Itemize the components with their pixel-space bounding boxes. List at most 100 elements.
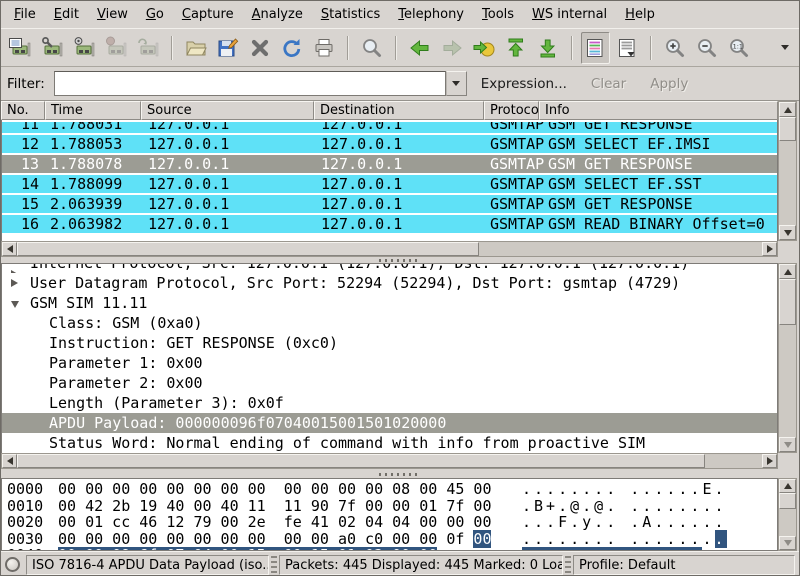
network-card-list-icon (8, 36, 32, 60)
packet-row-13-selected[interactable]: 131.788078127.0.0.1127.0.0.1GSMTAPGSM GE… (2, 155, 777, 175)
apply-button[interactable]: Apply (650, 76, 688, 92)
details-vertical-scrollbar[interactable] (778, 263, 797, 453)
network-card-gear-icon (72, 36, 96, 60)
scroll-up-button[interactable] (779, 264, 796, 279)
clear-button[interactable]: Clear (591, 76, 626, 92)
scroll-right-button[interactable] (762, 242, 777, 256)
packet-row-16[interactable]: 162.063982127.0.0.1127.0.0.1GSMTAPGSM RE… (2, 215, 777, 235)
scrollbar-thumb[interactable] (779, 117, 796, 141)
scroll-right-button[interactable] (762, 454, 777, 468)
detail-line-class[interactable]: Class: GSM (0xa0) (2, 313, 777, 333)
packet-row-14[interactable]: 141.788099127.0.0.1127.0.0.1GSMTAPGSM SE… (2, 175, 777, 195)
go-to-packet-button[interactable] (469, 32, 499, 64)
hex-row-0000[interactable]: 000000 00 00 00 00 00 00 00 00 00 00 00 … (2, 481, 777, 498)
detail-line-apdu-payload-selected[interactable]: APDU Payload: 000000096f0704001500150102… (2, 413, 777, 433)
scroll-down-button[interactable] (779, 225, 796, 240)
column-header-time[interactable]: Time (45, 101, 141, 120)
hex-row-0020[interactable]: 002000 01 cc 46 12 79 00 2e fe 41 02 04 … (2, 514, 777, 531)
go-forward-button[interactable] (437, 32, 467, 64)
menu-view[interactable]: View (88, 3, 137, 26)
hex-row-0010[interactable]: 001000 42 2b 19 40 00 40 11 11 90 7f 00 … (2, 498, 777, 515)
detail-line-parameter1[interactable]: Parameter 1: 0x00 (2, 353, 777, 373)
scroll-left-button[interactable] (2, 242, 17, 256)
details-horizontal-scrollbar[interactable] (1, 453, 778, 469)
statusbar-grip-icon[interactable] (565, 556, 571, 574)
auto-scroll-button[interactable] (612, 32, 642, 64)
packet-details-pane: Internet Protocol, Src: 127.0.0.1 (127.0… (1, 263, 778, 453)
packet-row-11[interactable]: 111.788031127.0.0.1127.0.0.1GSMTAPGSM GE… (2, 122, 777, 135)
filter-input[interactable] (54, 71, 446, 96)
arrow-left-icon (7, 245, 13, 253)
detail-line-length[interactable]: Length (Parameter 3): 0x0f (2, 393, 777, 413)
scroll-up-button[interactable] (779, 102, 796, 117)
column-header-source[interactable]: Source (141, 101, 314, 120)
status-packet-counts: Packets: 445 Displayed: 445 Marked: 0 Lo… (279, 555, 563, 575)
find-packet-button[interactable] (357, 32, 387, 64)
detail-line-instruction[interactable]: Instruction: GET RESPONSE (0xc0) (2, 333, 777, 353)
go-to-bottom-button[interactable] (533, 32, 563, 64)
splitter-grip-icon (379, 259, 421, 262)
statusbar-grip-icon[interactable] (271, 556, 277, 574)
zoom-out-button[interactable] (692, 32, 722, 64)
expander-collapsed-icon[interactable] (11, 279, 18, 287)
packet-list-horizontal-scrollbar[interactable] (1, 241, 778, 257)
start-capture-button[interactable] (69, 32, 99, 64)
detail-line-parameter2[interactable]: Parameter 2: 0x00 (2, 373, 777, 393)
scrollbar-thumb[interactable] (779, 279, 796, 325)
menu-analyze[interactable]: Analyze (243, 3, 312, 26)
menu-ws-internal[interactable]: WS internal (523, 3, 616, 26)
zoom-in-button[interactable] (660, 32, 690, 64)
list-interfaces-button[interactable] (5, 32, 35, 64)
go-to-top-button[interactable] (501, 32, 531, 64)
print-button[interactable] (309, 32, 339, 64)
menu-capture[interactable]: Capture (173, 3, 243, 26)
close-file-button[interactable] (245, 32, 275, 64)
expression-button[interactable]: Expression... (481, 76, 567, 92)
toolbar-overflow-button[interactable] (774, 32, 795, 64)
expander-expanded-icon[interactable] (11, 301, 19, 308)
packet-row-15[interactable]: 152.063939127.0.0.1127.0.0.1GSMTAPGSM GE… (2, 195, 777, 215)
scrollbar-thumb[interactable] (17, 454, 705, 468)
menu-statistics[interactable]: Statistics (312, 3, 389, 26)
menu-edit[interactable]: Edit (45, 3, 88, 26)
detail-line-gsm-sim[interactable]: GSM SIM 11.11 (2, 293, 777, 313)
zoom-100-button[interactable]: 1:1 (724, 32, 754, 64)
scroll-down-button[interactable] (779, 437, 796, 452)
open-file-button[interactable] (181, 32, 211, 64)
column-header-info[interactable]: Info (539, 101, 778, 120)
reload-button[interactable] (277, 32, 307, 64)
packet-row-12[interactable]: 121.788053127.0.0.1127.0.0.1GSMTAPGSM SE… (2, 135, 777, 155)
menu-tools[interactable]: Tools (473, 3, 523, 26)
detail-line-ip[interactable]: Internet Protocol, Src: 127.0.0.1 (127.0… (2, 264, 777, 273)
column-header-protocol[interactable]: Protocol (484, 101, 539, 120)
detail-line-status-word[interactable]: Status Word: Normal ending of command wi… (2, 433, 777, 453)
pane-splitter[interactable] (1, 471, 799, 478)
capture-options-button[interactable] (37, 32, 67, 64)
packet-list-vertical-scrollbar[interactable] (778, 101, 797, 241)
go-back-button[interactable] (405, 32, 435, 64)
column-header-no[interactable]: No. (1, 101, 45, 120)
expert-info-icon[interactable] (5, 557, 20, 572)
restart-capture-button[interactable] (133, 32, 163, 64)
scrollbar-thumb[interactable] (779, 493, 796, 509)
filter-dropdown-button[interactable] (446, 71, 467, 96)
hex-row-0030[interactable]: 003000 00 00 00 00 00 00 00 00 00 a0 c0 … (2, 531, 777, 548)
hex-vertical-scrollbar[interactable] (778, 478, 797, 551)
scrollbar-thumb[interactable] (17, 242, 479, 256)
menu-file[interactable]: File (5, 3, 45, 26)
colorize-button[interactable] (581, 32, 611, 64)
scroll-left-button[interactable] (2, 454, 17, 468)
menu-help[interactable]: Help (616, 3, 664, 26)
auto-scroll-icon (615, 36, 639, 60)
menu-telephony[interactable]: Telephony (389, 3, 473, 26)
scroll-down-button[interactable] (779, 536, 796, 550)
column-header-destination[interactable]: Destination (314, 101, 484, 120)
scroll-up-button[interactable] (779, 479, 796, 493)
detail-line-udp[interactable]: User Datagram Protocol, Src Port: 52294 … (2, 273, 777, 293)
menu-go[interactable]: Go (137, 3, 173, 26)
stop-capture-button[interactable] (101, 32, 131, 64)
go-to-bottom-icon (536, 36, 560, 60)
toolbar-separator (347, 36, 349, 60)
save-file-button[interactable] (213, 32, 243, 64)
close-x-icon (248, 36, 272, 60)
